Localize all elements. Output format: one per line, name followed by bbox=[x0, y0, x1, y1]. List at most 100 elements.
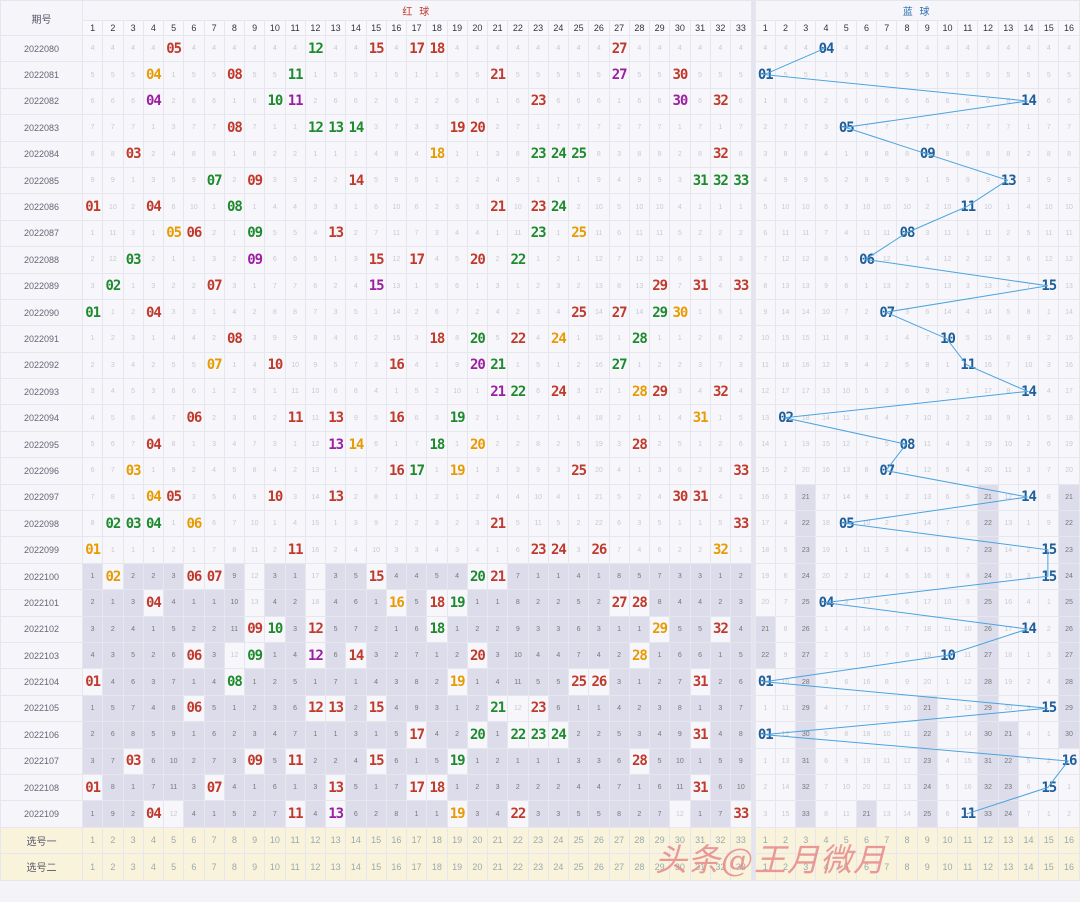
red-omission-count: 6 bbox=[608, 510, 630, 538]
blue-pick-cell[interactable]: 9 bbox=[916, 826, 938, 855]
red-pick-cell[interactable]: 16 bbox=[385, 826, 408, 855]
blue-omission-count: 1 bbox=[754, 694, 776, 723]
red-omission-count: 3 bbox=[324, 193, 347, 221]
red-pick-cell[interactable]: 18 bbox=[426, 853, 448, 881]
red-ball-hit: 14 bbox=[345, 114, 367, 142]
red-pick-cell[interactable]: 26 bbox=[588, 826, 610, 855]
red-pick-cell[interactable]: 21 bbox=[486, 826, 509, 855]
red-pick-cell[interactable]: 9 bbox=[243, 826, 266, 855]
red-pick-cell[interactable]: 2 bbox=[102, 826, 124, 855]
red-pick-cell[interactable]: 14 bbox=[345, 853, 367, 881]
blue-pick-cell[interactable]: 8 bbox=[896, 826, 918, 855]
red-pick-cell[interactable]: 3 bbox=[122, 826, 144, 855]
blue-omission-count: 1 bbox=[1038, 589, 1060, 617]
red-pick-cell[interactable]: 25 bbox=[567, 826, 590, 855]
red-pick-cell[interactable]: 8 bbox=[223, 826, 246, 855]
red-pick-cell[interactable]: 5 bbox=[162, 853, 185, 881]
draw-row: 2022099 01 1 1 1 2 1 7 8 11 2 11 16 2 4 10 3 3 4 3 4 1 6 23 24 3 2… bbox=[0, 536, 1080, 564]
red-pick-cell[interactable]: 28 bbox=[628, 826, 651, 855]
red-pick-cell[interactable]: 14 bbox=[345, 826, 367, 855]
blue-pick-cell[interactable]: 15 bbox=[1038, 853, 1060, 881]
red-pick-cell[interactable]: 24 bbox=[547, 826, 570, 855]
red-pick-cell[interactable]: 11 bbox=[284, 826, 306, 855]
blue-pick-cell[interactable]: 16 bbox=[1058, 826, 1080, 855]
blue-omission-count: 1 bbox=[1038, 800, 1060, 828]
red-pick-cell[interactable]: 26 bbox=[588, 853, 610, 881]
red-pick-cell[interactable]: 13 bbox=[324, 826, 347, 855]
red-pick-cell[interactable]: 1 bbox=[81, 826, 104, 855]
red-pick-cell[interactable]: 25 bbox=[567, 853, 590, 881]
red-pick-cell[interactable]: 23 bbox=[527, 853, 549, 881]
blue-pick-cell[interactable]: 12 bbox=[977, 826, 999, 855]
blue-pick-cell[interactable]: 10 bbox=[936, 853, 959, 881]
red-omission-count: 4 bbox=[203, 34, 225, 63]
red-pick-cell[interactable]: 2 bbox=[102, 853, 124, 881]
blue-pick-cell[interactable]: 12 bbox=[977, 853, 999, 881]
red-ball-hit: 07 bbox=[203, 773, 225, 802]
red-ball-hit: 19 bbox=[446, 457, 468, 485]
draw-row: 2022093 3 4 5 3 6 6 1 2 5 1 11 10 6 8 4 1 5 2 10 1 21 22 6 24 3 17… bbox=[0, 378, 1080, 406]
red-pick-cell[interactable]: 17 bbox=[405, 826, 428, 855]
red-pick-cell[interactable]: 9 bbox=[243, 853, 266, 881]
blue-pick-cell[interactable]: 10 bbox=[936, 826, 959, 855]
blue-omission-count: 10 bbox=[876, 193, 898, 221]
red-omission-count: 7 bbox=[81, 114, 104, 142]
blue-omission-count: 9 bbox=[916, 378, 938, 406]
red-pick-cell[interactable]: 10 bbox=[264, 853, 286, 881]
red-omission-count: 3 bbox=[730, 351, 752, 380]
blue-pick-cell[interactable]: 14 bbox=[1017, 826, 1040, 855]
red-pick-cell[interactable]: 16 bbox=[385, 853, 408, 881]
red-pick-cell[interactable]: 3 bbox=[122, 853, 144, 881]
red-pick-cell[interactable]: 17 bbox=[405, 853, 428, 881]
red-pick-cell[interactable]: 27 bbox=[608, 826, 630, 855]
blue-pick-cell[interactable]: 13 bbox=[997, 853, 1019, 881]
red-pick-cell[interactable]: 6 bbox=[183, 826, 205, 855]
red-omission-count: 1 bbox=[446, 694, 468, 723]
red-pick-cell[interactable]: 4 bbox=[142, 853, 165, 881]
blue-pick-cell[interactable]: 15 bbox=[1038, 826, 1060, 855]
red-pick-cell[interactable]: 19 bbox=[446, 853, 468, 881]
blue-omission-count: 1 bbox=[815, 615, 837, 643]
red-pick-cell[interactable]: 7 bbox=[203, 826, 225, 855]
blue-pick-cell[interactable]: 14 bbox=[1017, 853, 1040, 881]
red-pick-cell[interactable]: 13 bbox=[324, 853, 347, 881]
blue-pick-cell[interactable]: 9 bbox=[916, 853, 938, 881]
red-pick-cell[interactable]: 18 bbox=[426, 826, 448, 855]
red-pick-cell[interactable]: 20 bbox=[466, 826, 489, 855]
red-pick-cell[interactable]: 4 bbox=[142, 826, 165, 855]
pick-row[interactable]: 选号一 1 2 3 4 5 6 7 8 9 10 11 12 13 14 15 16 17 18 19 20 21 22 23… bbox=[0, 826, 1080, 855]
red-pick-cell[interactable]: 27 bbox=[608, 853, 630, 881]
red-pick-cell[interactable]: 6 bbox=[183, 853, 205, 881]
red-column-number: 10 bbox=[264, 20, 286, 36]
red-pick-cell[interactable]: 21 bbox=[486, 853, 509, 881]
red-pick-cell[interactable]: 28 bbox=[628, 853, 651, 881]
red-pick-cell[interactable]: 12 bbox=[304, 853, 327, 881]
red-pick-cell[interactable]: 7 bbox=[203, 853, 225, 881]
red-pick-cell[interactable]: 10 bbox=[264, 826, 286, 855]
red-omission-count: 1 bbox=[264, 114, 286, 142]
blue-pick-cell[interactable]: 16 bbox=[1058, 853, 1080, 881]
red-pick-cell[interactable]: 20 bbox=[466, 853, 489, 881]
red-pick-cell[interactable]: 22 bbox=[507, 826, 529, 855]
red-ball-hit: 11 bbox=[284, 87, 306, 116]
red-pick-cell[interactable]: 8 bbox=[223, 853, 246, 881]
red-omission-count: 2 bbox=[324, 166, 347, 195]
blue-omission-count: 1 bbox=[774, 430, 797, 459]
red-pick-cell[interactable]: 23 bbox=[527, 826, 549, 855]
red-pick-cell[interactable]: 22 bbox=[507, 853, 529, 881]
blue-pick-cell[interactable]: 11 bbox=[957, 853, 979, 881]
red-omission-count: 8 bbox=[243, 457, 266, 485]
blue-pick-cell[interactable]: 13 bbox=[997, 826, 1019, 855]
blue-omission-count: 4 bbox=[1038, 34, 1060, 63]
red-pick-cell[interactable]: 24 bbox=[547, 853, 570, 881]
blue-pick-cell[interactable]: 8 bbox=[896, 853, 918, 881]
blue-pick-cell[interactable]: 11 bbox=[957, 826, 979, 855]
red-pick-cell[interactable]: 15 bbox=[365, 826, 387, 855]
red-pick-cell[interactable]: 15 bbox=[365, 853, 387, 881]
red-pick-cell[interactable]: 12 bbox=[304, 826, 327, 855]
red-pick-cell[interactable]: 11 bbox=[284, 853, 306, 881]
pick-row[interactable]: 选号二 1 2 3 4 5 6 7 8 9 10 11 12 13 14 15 16 17 18 19 20 21 22 23… bbox=[0, 853, 1080, 881]
red-pick-cell[interactable]: 19 bbox=[446, 826, 468, 855]
red-pick-cell[interactable]: 1 bbox=[81, 853, 104, 881]
red-pick-cell[interactable]: 5 bbox=[162, 826, 185, 855]
